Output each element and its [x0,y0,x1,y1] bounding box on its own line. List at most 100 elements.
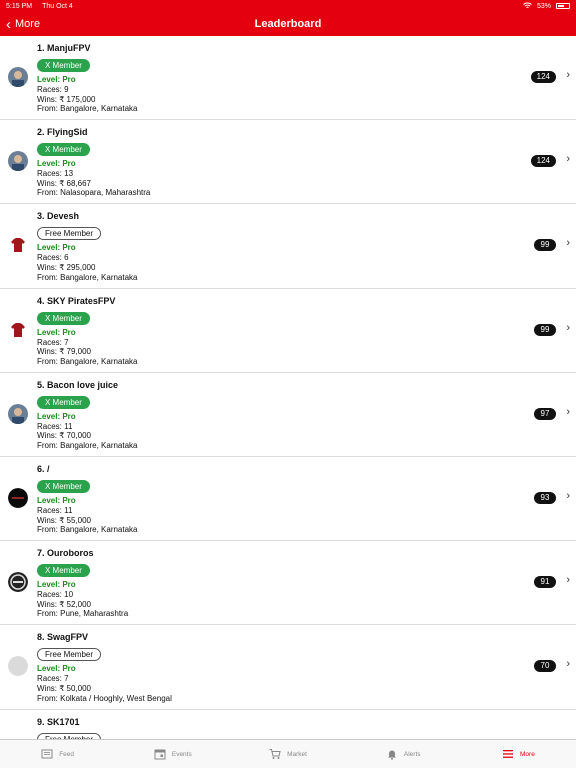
leaderboard-list[interactable]: 1. ManjuFPV X Member Level: Pro Races: 9 Win… [0,36,576,739]
tab-label: Feed [59,750,75,758]
dark-logo-avatar [8,487,28,508]
entry-info: 2. FlyingSid X Member Level: Pro Races: 13 W… [37,127,150,198]
entry-races: Races: 9 [37,85,69,94]
tab-alerts[interactable]: Alerts [346,740,461,768]
entry-info: 4. SKY PiratesFPV X Member Level: Pro Races… [37,296,138,367]
tab-label: Alerts [403,750,421,758]
entry-name: 8. SwagFPV [37,632,89,643]
chevron-right-icon[interactable]: › [566,69,570,81]
entry-name: 4. SKY PiratesFPV [37,295,116,306]
entry-level: Level: Pro [37,495,76,505]
entry-level: Level: Pro [37,580,76,590]
score-badge: 99 [534,323,556,336]
entry-races: Races: 7 [37,337,69,347]
chevron-right-icon[interactable]: › [566,322,570,334]
chevron-right-icon[interactable]: › [566,574,570,586]
entry-location: From: Bangalore, Karnataka [37,272,138,282]
membership-badge: X Member [37,564,90,578]
entry-level: Level: Pro [37,411,76,421]
score-badge: 97 [534,407,556,420]
tab-more[interactable]: More [461,740,576,768]
entry-name: 7. Ouroboros [37,548,94,559]
photo-avatar [8,67,28,87]
battery-percent: 53% [536,2,551,10]
tab-label: More [520,750,535,758]
entry-location: From: Nalasopara, Maharashtra [37,188,151,198]
membership-badge: Free Member [37,648,102,662]
leaderboard-row[interactable]: 2. FlyingSid X Member Level: Pro Races: 13 W… [0,120,576,205]
status-right: 53% [523,2,570,11]
entry-location: From: Bangalore, Karnataka [37,440,138,450]
leaderboard-row[interactable]: 1. ManjuFPV X Member Level: Pro Races: 9 Win… [0,36,576,121]
tab-label: Events [171,750,192,758]
chevron-right-icon[interactable]: › [566,153,570,165]
membership-badge: X Member [37,395,90,409]
entry-name: 2. FlyingSid [37,127,88,138]
leaderboard-row[interactable]: 6. / X Member Level: Pro Races: 11 Wins: ₹ 5… [0,457,576,542]
entry-wins: Wins: ₹ 295,000 [37,262,96,272]
entry-info: 1. ManjuFPV X Member Level: Pro Races: 9 Win… [37,43,138,114]
entry-level: Level: Pro [37,664,76,674]
entry-info: 6. / X Member Level: Pro Races: 11 Wins: ₹ 5… [37,464,138,535]
entry-location: From: Pune, Maharashtra [37,609,129,619]
tab-bar: Feed Events Market Alerts More [0,739,576,768]
status-time: 5:15 PM [6,2,33,10]
tab-market[interactable]: Market [230,740,345,768]
entry-info: 7. Ouroboros X Member Level: Pro Races: 10 W… [37,548,128,619]
score-badge: 99 [534,239,556,252]
page-title: Leaderboard [254,18,322,30]
chevron-left-icon: ‹ [6,15,11,33]
photo-avatar [8,403,28,424]
leaderboard-row[interactable]: 4. SKY PiratesFPV X Member Level: Pro Races… [0,289,576,373]
entry-wins: Wins: ₹ 175,000 [37,94,96,104]
entry-races: Races: 11 [37,421,73,431]
membership-badge: X Member [37,311,90,325]
chevron-right-icon[interactable]: › [566,658,570,670]
tab-feed[interactable]: Feed [0,740,115,768]
photo-avatar [8,151,28,172]
membership-badge: Free Member [37,227,102,241]
entry-info: 8. SwagFPV Free Member Level: Pro Races: 7W… [37,632,172,703]
entry-races: Races: 13 [37,169,74,179]
entry-level: Level: Pro [37,75,76,84]
entry-name: 6. / [37,463,50,474]
back-button[interactable]: ‹ More [6,12,40,36]
entry-wins: Wins: ₹ 50,000 [37,683,92,693]
membership-badge: X Member [37,479,90,493]
tab-events[interactable]: Events [115,740,230,768]
leaderboard-row[interactable]: 9. SK1701 Free Member [0,710,576,739]
entry-name: 1. ManjuFPV [37,43,91,53]
entry-info: 5. Bacon love juice X Member Level: Pro Rac… [37,380,138,451]
chevron-right-icon[interactable]: › [566,237,570,249]
back-label: More [15,18,41,30]
entry-name: 9. SK1701 [37,716,80,727]
tab-label: Market [287,750,307,758]
entry-location: From: Kolkata / Hooghly, West Bengal [37,693,172,703]
membership-badge: X Member [37,143,90,157]
chevron-right-icon[interactable]: › [566,406,570,418]
tshirt-icon [8,235,28,256]
wifi-icon [523,2,532,11]
score-badge: 93 [534,491,556,504]
entry-wins: Wins: ₹ 79,000 [37,347,92,357]
score-badge: 91 [534,576,556,589]
leaderboard-row[interactable]: 7. Ouroboros X Member Level: Pro Races: 10 W… [0,541,576,626]
entry-info: 9. SK1701 Free Member [37,716,102,739]
cart-icon [269,748,281,760]
entry-wins: Wins: ₹ 68,667 [37,178,92,188]
feed-icon [41,748,53,760]
leaderboard-row[interactable]: 5. Bacon love juice X Member Level: Pro Rac… [0,373,576,457]
membership-badge: X Member [37,59,90,72]
entry-name: 5. Bacon love juice [37,379,119,390]
bell-icon [386,748,398,760]
leaderboard-row[interactable]: 8. SwagFPV Free Member Level: Pro Races: 7W… [0,625,576,710]
score-badge: 70 [534,660,556,673]
leaderboard-row[interactable]: 3. Devesh Free Member Level: Pro Races: 6 Wi… [0,204,576,289]
score-badge: 124 [530,155,556,168]
entry-races: Races: 6 [37,253,69,263]
entry-name: 3. Devesh [37,211,80,222]
menu-icon [502,748,514,760]
emblem-avatar [8,572,28,593]
entry-races: Races: 10 [37,590,74,600]
chevron-right-icon[interactable]: › [566,490,570,502]
